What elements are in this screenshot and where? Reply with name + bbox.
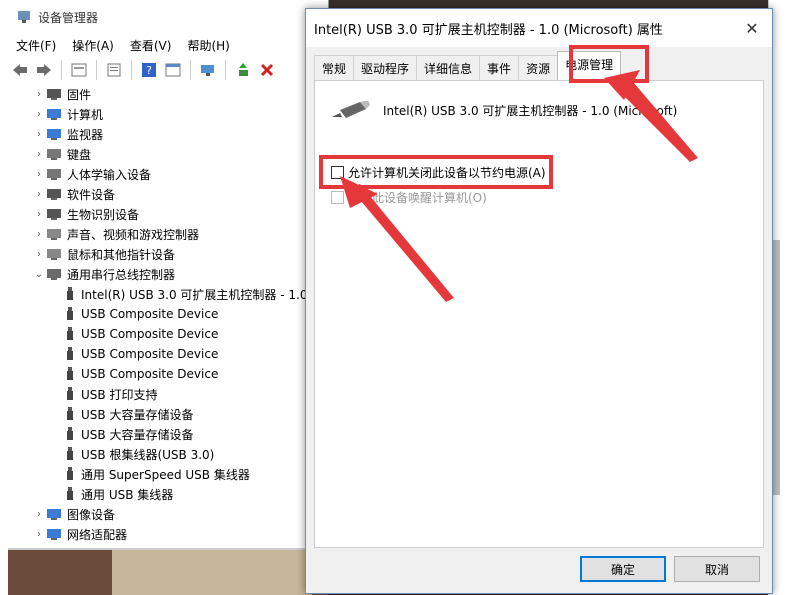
option-arrow (350, 184, 454, 302)
annotation-arrows (340, 70, 698, 302)
